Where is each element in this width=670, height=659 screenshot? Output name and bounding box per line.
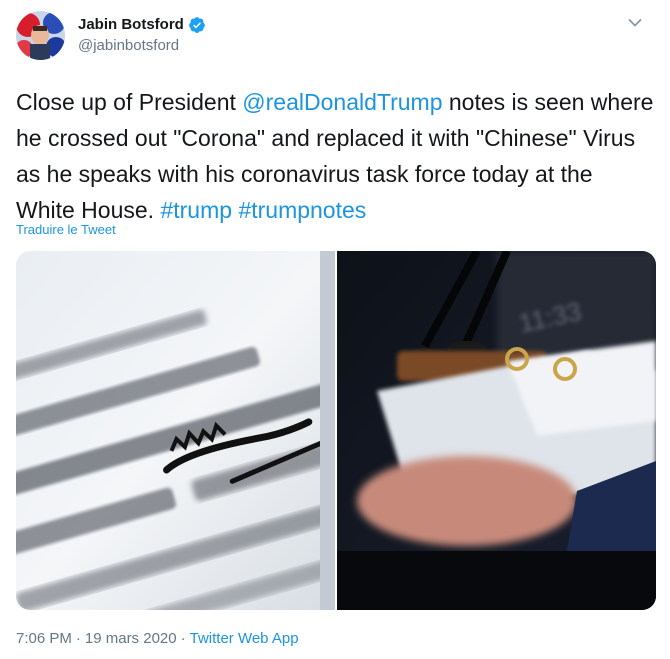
meta-separator: · — [75, 630, 81, 647]
chevron-down-icon[interactable] — [624, 12, 646, 34]
media-grid: 11:33 — [16, 251, 656, 610]
verified-badge-icon — [188, 16, 206, 34]
tweet-meta: 7:06 PM · 19 mars 2020 · Twitter Web App — [16, 629, 299, 649]
tweet-text-segment: Close up of President — [16, 89, 243, 115]
hashtag-link[interactable]: #trump — [160, 197, 232, 223]
tweet-time[interactable]: 7:06 PM — [16, 629, 72, 649]
meta-separator: · — [180, 630, 186, 647]
author-block: Jabin Botsford @jabinbotsford — [78, 15, 206, 56]
handle[interactable]: @jabinbotsford — [78, 36, 206, 56]
hashtag-link[interactable]: #trumpnotes — [238, 197, 366, 223]
photo-notes-closeup[interactable] — [16, 251, 335, 610]
mention-link[interactable]: @realDonaldTrump — [242, 89, 442, 115]
tweet-text: Close up of President @realDonaldTrump n… — [16, 84, 656, 228]
photo-podium-hand[interactable]: 11:33 — [337, 251, 656, 610]
name-row: Jabin Botsford — [78, 15, 206, 35]
tweet-date[interactable]: 19 mars 2020 — [85, 629, 177, 649]
avatar[interactable] — [16, 11, 65, 60]
display-name[interactable]: Jabin Botsford — [78, 15, 184, 35]
tweet-source[interactable]: Twitter Web App — [190, 629, 299, 649]
translate-tweet-link[interactable]: Traduire le Tweet — [16, 221, 116, 239]
tweet-card: Jabin Botsford @jabinbotsford Close up o… — [0, 0, 670, 659]
